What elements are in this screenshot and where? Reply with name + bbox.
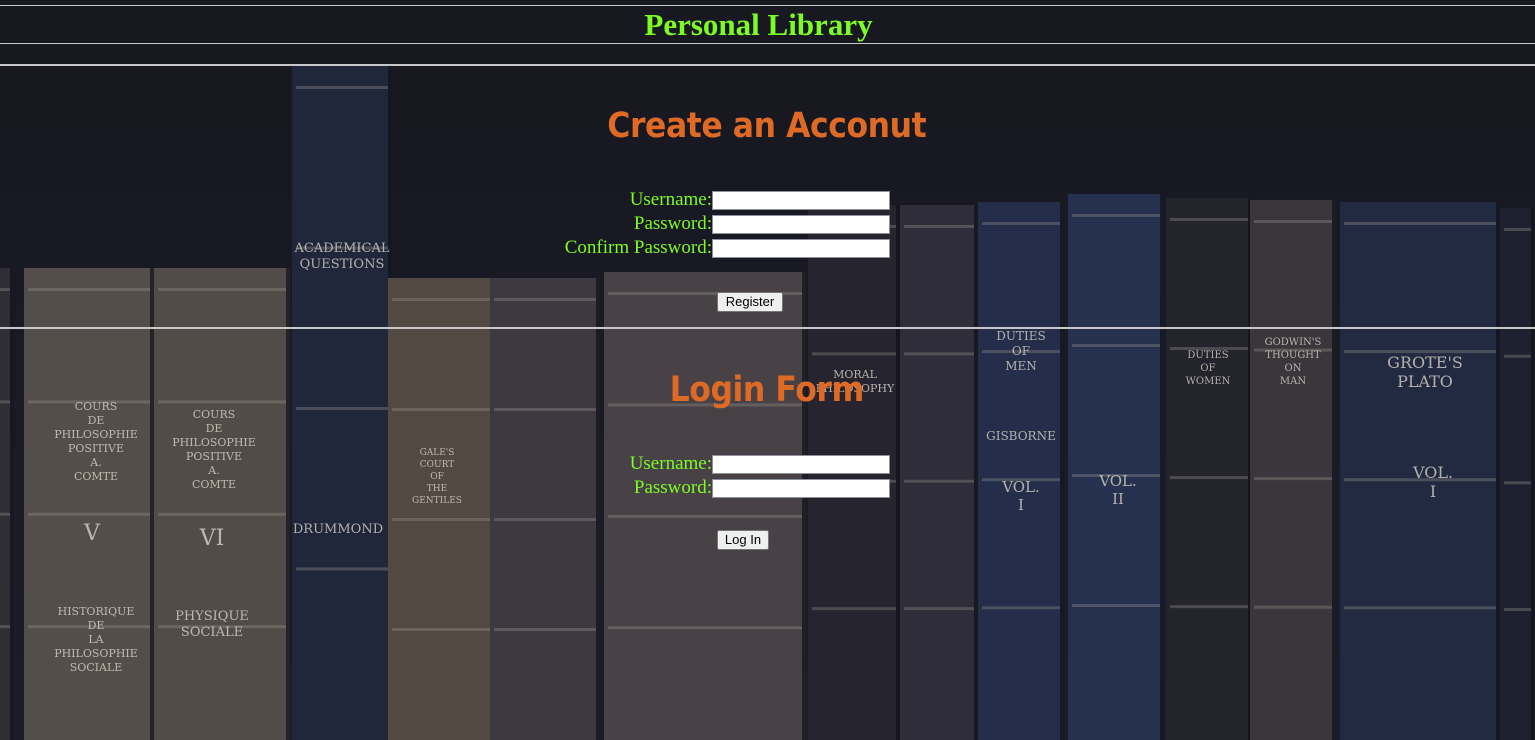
register-confirm-password-input[interactable] bbox=[712, 238, 890, 258]
spine-title-text: THE bbox=[427, 484, 447, 494]
spine-title-text: II bbox=[1112, 490, 1124, 508]
spine-title-text: GODWIN'S bbox=[1265, 337, 1322, 348]
spine-title-text: VOL. bbox=[1412, 463, 1453, 482]
register-password-input[interactable] bbox=[712, 214, 890, 234]
spine-title-text: THOUGHT bbox=[1265, 350, 1321, 361]
login-password-row: Password: bbox=[540, 477, 890, 499]
header-divider bbox=[0, 64, 1535, 66]
spine-title-text: GENTILES bbox=[412, 496, 462, 506]
spine-title-text: GISBORNE bbox=[986, 429, 1056, 443]
spine-title-text: I bbox=[1430, 482, 1436, 501]
register-confirm-row: Confirm Password: bbox=[540, 237, 890, 259]
spine-title-text: POSITIVE bbox=[68, 442, 124, 455]
register-password-label: Password: bbox=[633, 213, 712, 234]
spine-title-text: OF bbox=[430, 472, 444, 482]
login-username-input[interactable] bbox=[712, 454, 890, 474]
spine-title-text: POSITIVE bbox=[186, 450, 242, 463]
register-username-input[interactable] bbox=[712, 190, 890, 210]
spine-title-text: A. bbox=[89, 456, 101, 469]
spine-title-text: PHYSIQUE bbox=[175, 609, 249, 624]
spine-title-text: LA bbox=[88, 633, 104, 646]
spine-title-text: GALE'S bbox=[420, 448, 455, 458]
spine-title-text: PHILOSOPHIE bbox=[172, 436, 256, 449]
spine-title-text: A. bbox=[207, 464, 219, 477]
spine-title-text: COMTE bbox=[74, 470, 118, 483]
spine-title-text: QUESTIONS bbox=[300, 257, 385, 272]
spine-title-text: ACADEMICAL bbox=[293, 241, 389, 256]
login-username-row: Username: bbox=[540, 453, 890, 475]
spine-title-text: I bbox=[1018, 496, 1024, 514]
spine-title-text: VOL. bbox=[1098, 472, 1137, 490]
spine-title-text: DE bbox=[206, 422, 223, 435]
login-username-label: Username: bbox=[629, 453, 712, 474]
login-password-label: Password: bbox=[633, 477, 712, 498]
spine-title-text: DUTIES bbox=[996, 329, 1045, 343]
spine-title-text: OF bbox=[1012, 344, 1030, 358]
spine-title-text: DRUMMOND bbox=[293, 522, 383, 537]
spine-title-text: VI bbox=[199, 526, 225, 551]
register-password-row: Password: bbox=[540, 213, 890, 235]
register-confirm-password-label: Confirm Password: bbox=[564, 237, 712, 258]
spine-title-text: V bbox=[83, 521, 101, 546]
register-heading: Create an Acconut bbox=[607, 106, 927, 146]
spine-title-text: HISTORIQUE bbox=[58, 605, 135, 618]
spine-title-text: PHILOSOPHIE bbox=[54, 428, 138, 441]
spine-title-text: COURT bbox=[420, 460, 454, 470]
login-heading: Login Form bbox=[669, 370, 865, 410]
spine-title-text: SOCIALE bbox=[70, 661, 123, 674]
login-password-input[interactable] bbox=[712, 478, 890, 498]
spine-title-text: VOL. bbox=[1001, 478, 1040, 496]
section-divider bbox=[0, 327, 1535, 329]
page-title: Personal Library bbox=[644, 7, 873, 42]
spine-title-text: DE bbox=[88, 414, 105, 427]
register-username-row: Username: bbox=[540, 189, 890, 211]
spine-title-text: COMTE bbox=[192, 478, 236, 491]
spine-title-text: DUTIES bbox=[1187, 350, 1228, 361]
spine-title-text: SOCIALE bbox=[181, 625, 243, 640]
register-username-label: Username: bbox=[629, 189, 712, 210]
login-button[interactable]: Log In bbox=[717, 530, 769, 550]
spine-title-text: PHILOSOPHIE bbox=[54, 647, 138, 660]
spine-title-text: DE bbox=[88, 619, 105, 632]
register-button[interactable]: Register bbox=[717, 292, 783, 312]
